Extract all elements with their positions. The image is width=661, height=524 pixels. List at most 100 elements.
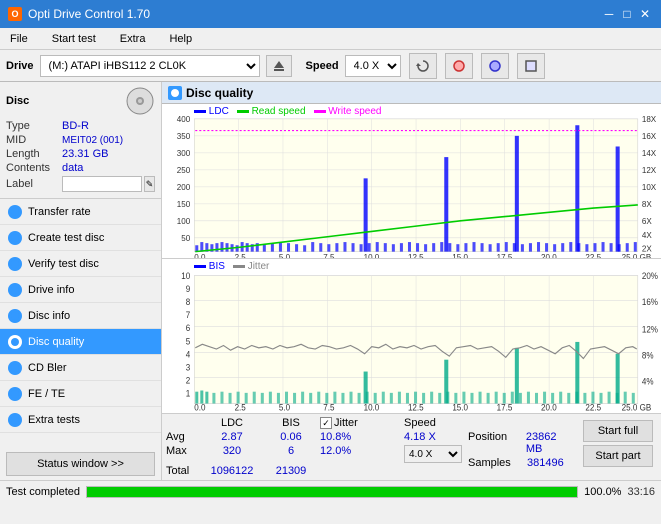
label-key: Label (6, 178, 62, 190)
nav-item-cd-bler[interactable]: CD Bler (0, 355, 161, 381)
mid-val: MEIT02 (001) (62, 135, 123, 146)
stats-area: LDC BIS ✓ Jitter Speed Avg 2.87 0.06 10.… (162, 413, 661, 480)
max-label: Max (166, 445, 198, 463)
minimize-button[interactable]: ─ (601, 6, 617, 22)
speed-select[interactable]: 4.0 X (345, 55, 401, 77)
chart2-container: BIS Jitter (162, 259, 661, 413)
svg-text:20%: 20% (642, 271, 658, 282)
contents-val: data (62, 162, 83, 174)
legend-read: Read speed (252, 106, 306, 117)
bis-header: BIS (266, 417, 316, 429)
menu-file[interactable]: File (4, 31, 34, 47)
nav-icon-disc-info (8, 309, 22, 323)
disc-icon (125, 86, 155, 116)
svg-text:0.0: 0.0 (194, 253, 206, 258)
svg-text:17.5: 17.5 (497, 402, 513, 413)
label-input[interactable] (62, 176, 142, 192)
toolbar-btn-4[interactable] (517, 53, 545, 79)
speed-target-select[interactable]: 4.0 X (404, 445, 462, 463)
svg-text:250: 250 (177, 166, 191, 175)
maximize-button[interactable]: □ (619, 6, 635, 22)
svg-text:22.5: 22.5 (585, 402, 601, 413)
label-edit-btn[interactable]: ✎ (144, 176, 155, 192)
svg-text:0.0: 0.0 (194, 402, 205, 413)
menu-start-test[interactable]: Start test (46, 31, 102, 47)
speed-header: Speed (404, 417, 464, 429)
nav-item-disc-info[interactable]: Disc info (0, 303, 161, 329)
svg-text:5.0: 5.0 (279, 253, 291, 258)
app-icon: O (8, 7, 22, 21)
max-ldc: 320 (202, 445, 262, 463)
svg-text:12%: 12% (642, 324, 658, 335)
nav-item-transfer-rate[interactable]: Transfer rate (0, 199, 161, 225)
nav-label-create-test-disc: Create test disc (28, 232, 104, 244)
svg-text:17.5: 17.5 (497, 253, 513, 258)
svg-text:4%: 4% (642, 376, 654, 387)
avg-row: Avg 2.87 0.06 10.8% 4.18 X (166, 431, 464, 443)
start-full-button[interactable]: Start full (583, 420, 653, 442)
nav-item-create-test-disc[interactable]: Create test disc (0, 225, 161, 251)
avg-speed: 4.18 X (404, 431, 464, 443)
toolbar-btn-1[interactable] (409, 53, 437, 79)
menu-extra[interactable]: Extra (114, 31, 152, 47)
action-buttons: Start full Start part (579, 417, 657, 477)
eject-button[interactable] (266, 55, 292, 77)
close-button[interactable]: ✕ (637, 6, 653, 22)
jitter-checkbox[interactable]: ✓ (320, 417, 332, 429)
svg-text:150: 150 (177, 200, 191, 209)
type-val: BD-R (62, 120, 89, 132)
svg-text:8%: 8% (642, 350, 654, 361)
toolbar-btn-2[interactable] (445, 53, 473, 79)
menu-help[interactable]: Help (163, 31, 198, 47)
nav-item-disc-quality[interactable]: Disc quality (0, 329, 161, 355)
total-bis: 21309 (266, 465, 316, 477)
max-jitter: 12.0% (320, 445, 400, 463)
toolbar-btn-3[interactable] (481, 53, 509, 79)
avg-bis: 0.06 (266, 431, 316, 443)
nav-item-drive-info[interactable]: Drive info (0, 277, 161, 303)
start-part-button[interactable]: Start part (583, 445, 653, 467)
nav-icon-transfer-rate (8, 205, 22, 219)
position-samples: Position 23862 MB Samples 381496 (468, 417, 575, 477)
legend-ldc: LDC (209, 106, 229, 117)
svg-text:400: 400 (177, 115, 191, 124)
svg-text:10X: 10X (642, 183, 657, 192)
drive-select[interactable]: (M:) ATAPI iHBS112 2 CL0K (40, 55, 260, 77)
content-area: Disc quality LDC Read speed Write speed (162, 82, 661, 480)
status-window-button[interactable]: Status window >> (6, 452, 155, 476)
svg-text:7.5: 7.5 (323, 402, 334, 413)
nav-icon-drive-info (8, 283, 22, 297)
svg-text:25.0 GB: 25.0 GB (622, 253, 652, 258)
total-row: Total 1096122 21309 (166, 465, 464, 477)
svg-text:9: 9 (186, 284, 191, 295)
nav-label-transfer-rate: Transfer rate (28, 206, 91, 218)
chart1-container: LDC Read speed Write speed (162, 104, 661, 259)
nav-item-fe-te[interactable]: FE / TE (0, 381, 161, 407)
svg-text:6X: 6X (642, 217, 652, 226)
progress-bar-container (86, 486, 578, 498)
svg-text:7: 7 (186, 310, 191, 321)
nav-item-verify-test-disc[interactable]: Verify test disc (0, 251, 161, 277)
nav-label-verify-test-disc: Verify test disc (28, 258, 99, 270)
elapsed-time: 33:16 (627, 486, 655, 498)
nav-label-drive-info: Drive info (28, 284, 74, 296)
svg-text:18X: 18X (642, 115, 657, 124)
disc-quality-icon (168, 86, 182, 100)
avg-label: Avg (166, 431, 198, 443)
svg-text:16X: 16X (642, 132, 657, 141)
svg-text:14X: 14X (642, 149, 657, 158)
bottom-status-bar: Test completed 100.0% 33:16 (0, 480, 661, 502)
avg-jitter: 10.8% (320, 431, 400, 443)
speed-select-target: 4.0 X (404, 445, 464, 463)
nav-item-extra-tests[interactable]: Extra tests (0, 407, 161, 433)
nav-icon-verify-test-disc (8, 257, 22, 271)
svg-text:50: 50 (181, 234, 190, 243)
contents-key: Contents (6, 162, 62, 174)
total-ldc: 1096122 (202, 465, 262, 477)
drive-label: Drive (6, 60, 34, 72)
legend-jitter: Jitter (248, 261, 270, 272)
nav-icon-create-test-disc (8, 231, 22, 245)
svg-text:5: 5 (186, 336, 191, 347)
total-label: Total (166, 465, 198, 477)
length-key: Length (6, 148, 62, 160)
